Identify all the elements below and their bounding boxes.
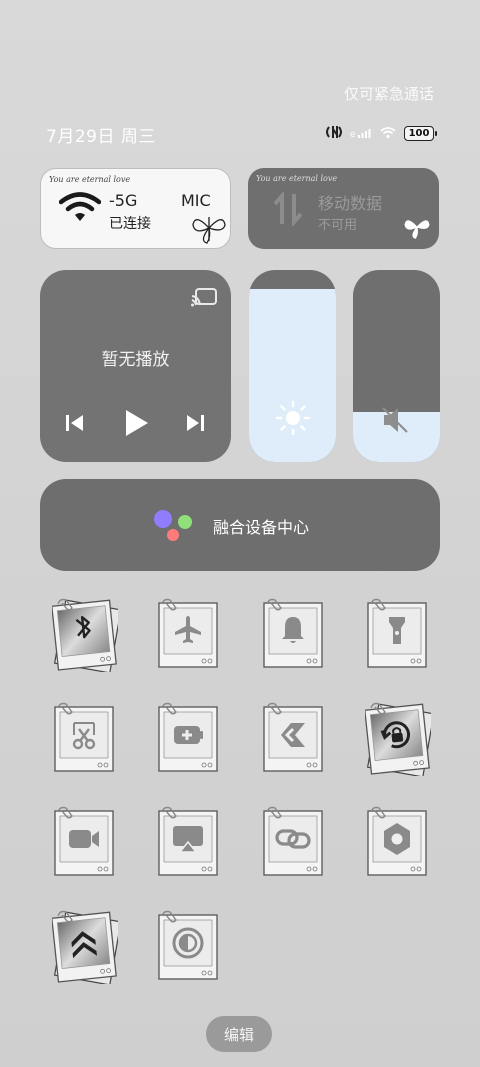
- toggle-rotation-lock[interactable]: [364, 702, 435, 778]
- butterfly-icon: [402, 212, 432, 246]
- signal-icon: e: [350, 124, 372, 143]
- cast-icon[interactable]: [191, 288, 217, 312]
- wifi-icon: [58, 191, 102, 227]
- mobile-data-card[interactable]: You are eternal love 移动数据 不可用: [248, 168, 439, 249]
- data-card-decoration: You are eternal love: [256, 174, 338, 183]
- wifi-status-text: 已连接: [109, 216, 151, 232]
- toggle-battery-saver[interactable]: [156, 702, 222, 776]
- volume-slider[interactable]: [353, 270, 440, 462]
- toggle-bluetooth[interactable]: [51, 598, 122, 674]
- toggle-performance[interactable]: [51, 910, 122, 986]
- mobile-data-title: 移动数据: [318, 194, 383, 213]
- sun-icon: [275, 400, 311, 440]
- nfc-icon: [326, 124, 342, 143]
- emergency-calls-only-text: 仅可紧急通话: [343, 85, 434, 103]
- wifi-card[interactable]: You are eternal love -5G MIC 已连接: [40, 168, 231, 249]
- svg-text:e: e: [350, 130, 356, 139]
- wifi-card-decoration: You are eternal love: [49, 175, 131, 184]
- mobile-data-status: 不可用: [318, 218, 358, 233]
- play-icon[interactable]: [122, 408, 150, 442]
- toggle-link[interactable]: [261, 806, 327, 880]
- wifi-status-icon: [380, 124, 396, 143]
- toggle-settings-hex[interactable]: [365, 806, 431, 880]
- volume-mute-icon: [381, 406, 411, 438]
- data-transfer-icon: [273, 190, 303, 230]
- toggle-ringer[interactable]: [261, 598, 327, 672]
- hub-dots-icon: [152, 508, 196, 548]
- wifi-ssid-fragment: -5G: [109, 191, 138, 210]
- device-hub-label: 融合设备中心: [213, 518, 310, 537]
- toggle-flashlight[interactable]: [365, 598, 431, 672]
- brightness-slider[interactable]: [249, 270, 336, 462]
- next-track-icon[interactable]: [184, 412, 206, 438]
- toggle-dark-mode[interactable]: [156, 910, 222, 984]
- butterfly-icon: [189, 211, 229, 248]
- toggle-cast[interactable]: [261, 702, 327, 776]
- edit-button[interactable]: 编辑: [206, 1016, 272, 1052]
- date-text: 7月29日 周三: [46, 127, 156, 147]
- previous-track-icon[interactable]: [64, 412, 86, 438]
- media-title: 暂无播放: [101, 350, 170, 370]
- toggle-airplane[interactable]: [156, 598, 222, 672]
- toggle-screen-record[interactable]: [52, 806, 118, 880]
- battery-indicator: 100: [404, 125, 437, 141]
- wifi-brand-fragment: MIC: [181, 191, 211, 210]
- toggle-screen-share[interactable]: [156, 806, 222, 880]
- toggle-screenshot[interactable]: [52, 702, 118, 776]
- status-icons: e 100: [326, 124, 437, 143]
